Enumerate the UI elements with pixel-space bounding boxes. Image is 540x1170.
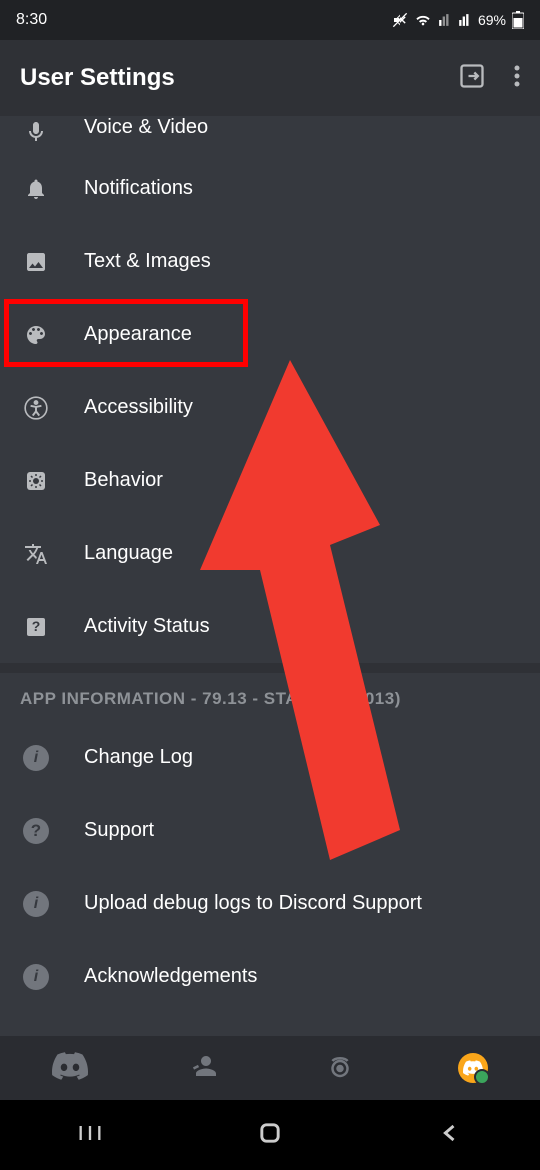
mic-icon [20, 116, 52, 148]
settings-item-upload-logs[interactable]: i Upload debug logs to Discord Support [0, 867, 540, 940]
settings-item-appearance[interactable]: Appearance [0, 298, 540, 371]
settings-item-acknowledgements[interactable]: i Acknowledgements [0, 940, 540, 1013]
image-icon [20, 246, 52, 278]
gear-icon [20, 465, 52, 497]
back-button[interactable] [436, 1119, 464, 1152]
status-time: 8:30 [16, 11, 47, 29]
bottom-nav [0, 1036, 540, 1100]
settings-label: Upload debug logs to Discord Support [84, 892, 422, 915]
system-nav [0, 1100, 540, 1170]
dice-icon: ? [20, 611, 52, 643]
home-button[interactable] [256, 1119, 284, 1152]
page-title: User Settings [20, 64, 175, 92]
settings-list: Voice & Video Notifications Text & Image… [0, 116, 540, 1036]
bell-icon [20, 173, 52, 205]
settings-label: Voice & Video [84, 116, 208, 139]
svg-text:?: ? [32, 618, 41, 634]
settings-item-support[interactable]: ? Support [0, 794, 540, 867]
signal-icon-1 [438, 13, 452, 27]
recent-apps-button[interactable] [76, 1119, 104, 1152]
exit-icon[interactable] [458, 62, 486, 95]
settings-item-change-log[interactable]: i Change Log [0, 721, 540, 794]
nav-friends-icon[interactable] [191, 1051, 221, 1086]
settings-label: Acknowledgements [84, 965, 257, 988]
palette-icon [20, 319, 52, 351]
more-icon[interactable] [514, 64, 520, 93]
settings-item-language[interactable]: Language [0, 517, 540, 590]
info-icon: i [20, 888, 52, 920]
battery-icon [512, 11, 524, 29]
section-header-app-info: APP INFORMATION - 79.13 - STABLE (79013) [0, 673, 540, 721]
status-bar: 8:30 69% [0, 0, 540, 40]
wifi-icon [414, 12, 432, 28]
signal-icon-2 [458, 13, 472, 27]
nav-search-icon[interactable] [325, 1051, 355, 1086]
nav-profile-icon[interactable] [458, 1053, 488, 1083]
settings-label: Behavior [84, 469, 163, 492]
settings-label: Activity Status [84, 615, 210, 638]
settings-item-behavior[interactable]: Behavior [0, 444, 540, 517]
settings-item-voice-video[interactable]: Voice & Video [0, 116, 540, 152]
settings-item-accessibility[interactable]: Accessibility [0, 371, 540, 444]
settings-label: Text & Images [84, 250, 211, 273]
info-icon: i [20, 742, 52, 774]
question-icon: ? [20, 815, 52, 847]
section-divider [0, 663, 540, 673]
settings-label: Appearance [84, 323, 192, 346]
settings-item-text-images[interactable]: Text & Images [0, 225, 540, 298]
status-icons: 69% [392, 11, 524, 29]
settings-label: Notifications [84, 177, 193, 200]
settings-item-activity-status[interactable]: ? Activity Status [0, 590, 540, 663]
settings-label: Change Log [84, 746, 193, 769]
settings-label: Accessibility [84, 396, 193, 419]
mute-icon [392, 12, 408, 28]
settings-label: Support [84, 819, 154, 842]
settings-label: Language [84, 542, 173, 565]
info-icon: i [20, 961, 52, 993]
settings-item-notifications[interactable]: Notifications [0, 152, 540, 225]
translate-icon [20, 538, 52, 570]
accessibility-icon [20, 392, 52, 424]
avatar [458, 1053, 488, 1083]
nav-discord-icon[interactable] [52, 1052, 88, 1085]
settings-header: User Settings [0, 40, 540, 116]
battery-percent: 69% [478, 12, 506, 28]
